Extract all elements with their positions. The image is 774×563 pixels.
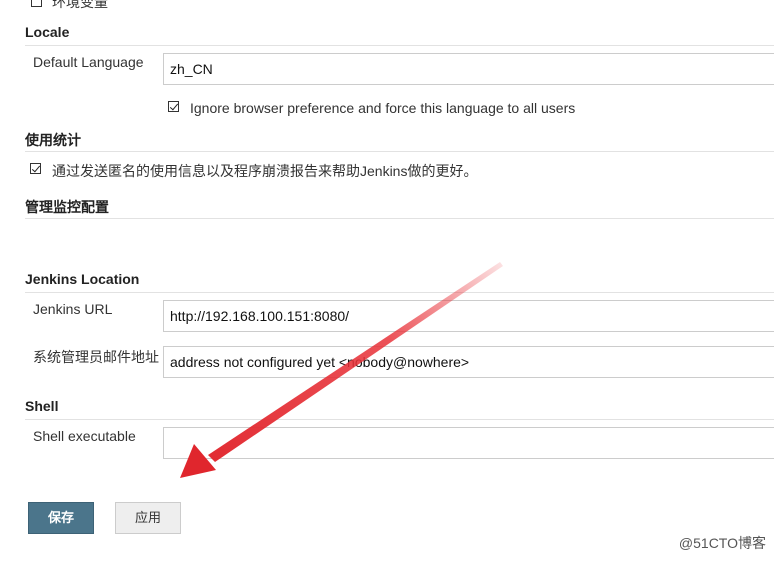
apply-button[interactable]: 应用 — [115, 502, 181, 534]
watermark: @51CTO博客 — [678, 535, 766, 551]
locale-divider — [25, 45, 774, 46]
admin-email-input[interactable]: address not configured yet <nobody@nowhe… — [163, 346, 774, 378]
admin-monitors-divider — [25, 218, 774, 219]
jenkins-location-divider — [25, 292, 774, 293]
default-language-label: Default Language — [33, 54, 144, 70]
jenkins-configure-page: 环境变量 Locale Default Language zh_CN Ignor… — [0, 0, 774, 563]
ignore-browser-label: Ignore browser preference and force this… — [190, 100, 576, 116]
locale-section-title: Locale — [25, 24, 70, 40]
shell-divider — [25, 419, 774, 420]
admin-email-label: 系统管理员邮件地址 — [33, 349, 159, 365]
env-vars-checkbox[interactable] — [31, 0, 42, 7]
shell-executable-label: Shell executable — [33, 428, 136, 444]
jenkins-url-input[interactable]: http://192.168.100.151:8080/ — [163, 300, 774, 332]
jenkins-location-section-title: Jenkins Location — [25, 271, 140, 287]
usage-stats-checkbox[interactable] — [30, 163, 41, 174]
ignore-browser-checkbox[interactable] — [168, 101, 179, 112]
check-icon — [31, 163, 41, 173]
check-icon — [169, 101, 179, 111]
usage-stats-section-title: 使用统计 — [25, 132, 81, 148]
usage-stats-label: 通过发送匿名的使用信息以及程序崩溃报告来帮助Jenkins做的更好。 — [52, 163, 478, 179]
usage-stats-divider — [25, 151, 774, 152]
shell-executable-input[interactable] — [163, 427, 774, 459]
shell-section-title: Shell — [25, 398, 59, 414]
admin-monitors-section-title: 管理监控配置 — [25, 199, 109, 215]
jenkins-url-label: Jenkins URL — [33, 301, 113, 317]
default-language-input[interactable]: zh_CN — [163, 53, 774, 85]
env-vars-label: 环境变量 — [52, 0, 108, 10]
save-button[interactable]: 保存 — [28, 502, 94, 534]
